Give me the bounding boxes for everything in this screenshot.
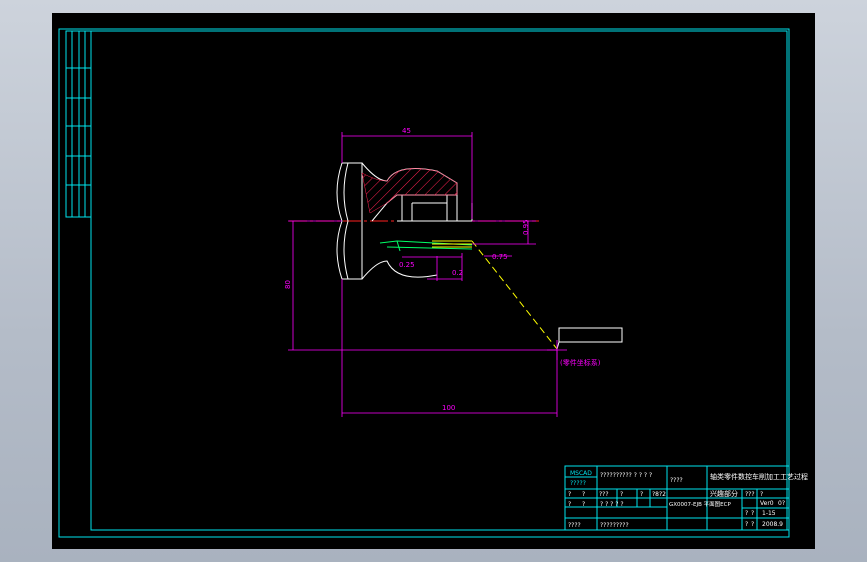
company-sub: ????? bbox=[570, 480, 586, 487]
tb-right1-b: ? bbox=[760, 491, 763, 498]
dim-d1: 0.75 bbox=[492, 253, 508, 261]
drawing-sheet: 45 80 100 0.95 0.75 0.25 0.2 (零件坐标系) MSC… bbox=[58, 28, 808, 538]
tb-row2-b: ? bbox=[582, 501, 585, 508]
origin-label: (零件坐标系) bbox=[560, 358, 601, 367]
tb-row1-e: ? bbox=[640, 491, 643, 498]
dim-top-width: 45 bbox=[402, 127, 411, 135]
tb-right2-b: 0? bbox=[778, 500, 785, 507]
dim-left-height: 80 bbox=[284, 280, 292, 289]
dim-bottom-width: 100 bbox=[442, 404, 455, 412]
tb-row1-c: ??? bbox=[599, 491, 609, 498]
revision-strip bbox=[65, 30, 92, 218]
tb-bottom-left: ???? bbox=[568, 522, 581, 529]
tb-right2-a: Ver0 bbox=[760, 500, 774, 507]
tb-right4-c: 2008.9 bbox=[762, 521, 783, 528]
tb-right4-a: ? bbox=[745, 521, 748, 528]
header-left: ?????????? ? ? ? ? bbox=[600, 472, 652, 479]
toolpath-line bbox=[471, 240, 558, 350]
cad-canvas[interactable]: 45 80 100 0.95 0.75 0.25 0.2 (零件坐标系) MSC… bbox=[52, 13, 815, 549]
tb-right3-a: ? bbox=[745, 510, 748, 517]
tb-row2-c: ? ? ? ? ? bbox=[600, 501, 624, 508]
header-mid: ???? bbox=[670, 477, 683, 484]
tb-row1-f: ?8?2 bbox=[652, 491, 666, 498]
drawing-title: 轴类零件数控车削加工工艺过程 bbox=[710, 472, 808, 481]
outer-frame bbox=[58, 28, 790, 538]
company-mark: MSCAD bbox=[570, 470, 592, 477]
drawing-sub: 兴趣部分 bbox=[710, 489, 738, 498]
tb-right3-c: 1-15 bbox=[762, 510, 776, 517]
tb-row1-a: ? bbox=[568, 491, 571, 498]
tb-right3-b: ? bbox=[751, 510, 754, 517]
inner-frame bbox=[90, 30, 788, 531]
dim-small-r: 0.95 bbox=[522, 219, 530, 235]
tb-row1-b: ? bbox=[582, 491, 585, 498]
drawing-code: GX0007-EJB 平面图ECP bbox=[669, 500, 731, 508]
tb-bottom-mid: ????????? bbox=[600, 522, 629, 529]
tb-row1-d: ? bbox=[620, 491, 623, 498]
cutter-path bbox=[379, 240, 473, 252]
dim-d3: 0.2 bbox=[452, 269, 463, 277]
hatch-area bbox=[361, 168, 458, 214]
tb-right4-b: ? bbox=[751, 521, 754, 528]
tb-right1-a: ??? bbox=[745, 491, 755, 498]
tb-row2-a: ? bbox=[568, 501, 571, 508]
dim-d2: 0.25 bbox=[399, 261, 415, 269]
tool-holder bbox=[558, 327, 623, 343]
